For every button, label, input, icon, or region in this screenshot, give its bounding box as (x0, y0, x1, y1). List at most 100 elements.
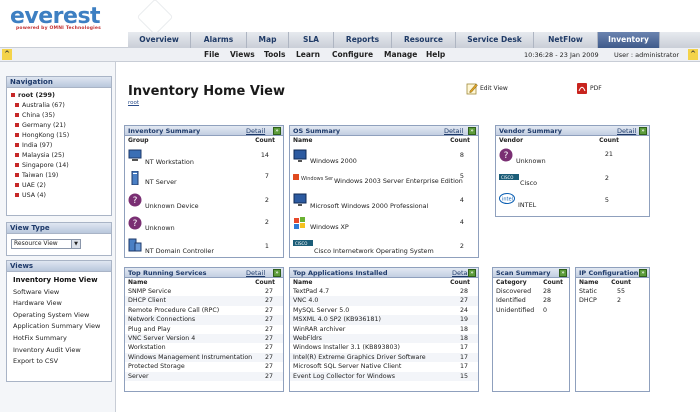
collapse-right-icon[interactable]: ^ (688, 49, 698, 60)
table-row[interactable]: ? Unknown Device 2 (125, 190, 283, 213)
table-row[interactable]: ? Unknown 21 (496, 145, 649, 169)
table-row[interactable]: Discovered 28 (493, 287, 569, 296)
table-row[interactable]: VNC 4.0 27 (290, 296, 478, 306)
go-icon[interactable]: » (559, 269, 567, 277)
edit-view-button[interactable]: Edit View (466, 82, 508, 95)
pdf-button[interactable]: PDF (576, 82, 602, 95)
detail-link[interactable]: Detail (444, 126, 463, 136)
view-link-software[interactable]: Software View (7, 287, 111, 299)
table-row[interactable]: CISCO Cisco Internetwork Operating Syste… (290, 235, 478, 258)
table-row[interactable]: Windows 2000 8 (290, 145, 478, 168)
menu-manage[interactable]: Manage (384, 50, 417, 59)
column-count: Count (543, 279, 563, 286)
table-row[interactable]: CISCO Cisco 2 (496, 169, 649, 191)
column-count: Count (599, 137, 619, 144)
table-row[interactable]: Identified 28 (493, 296, 569, 305)
table-row[interactable]: NT Domain Controller 1 (125, 235, 283, 258)
tree-item[interactable]: China (35) (7, 110, 111, 120)
tab-overview[interactable]: Overview (128, 32, 191, 48)
view-link-hardware[interactable]: Hardware View (7, 298, 111, 310)
table-row[interactable]: Windows Installer 3.1 (KB893803) 17 (290, 343, 478, 352)
row-count: 27 (264, 363, 273, 371)
table-row[interactable]: Unidentified 0 (493, 306, 569, 315)
menu-file[interactable]: File (204, 50, 219, 59)
table-row[interactable]: DHCP Client 27 (125, 296, 283, 306)
table-row[interactable]: MSXML 4.0 SP2 (KB936181) 19 (290, 315, 478, 325)
tree-item[interactable]: Singapore (14) (7, 160, 111, 170)
table-row[interactable]: Windows Management Instrumentation 27 (125, 352, 283, 363)
detail-link[interactable]: Detail (617, 126, 636, 136)
table-row[interactable]: MySQL Server 5.0 24 (290, 306, 478, 315)
go-icon[interactable]: » (273, 127, 281, 135)
view-link-export-csv[interactable]: Export to CSV (7, 356, 111, 368)
tree-item[interactable]: UAE (2) (7, 180, 111, 190)
tab-sla[interactable]: SLA (289, 32, 334, 48)
table-row[interactable]: Microsoft Windows 2000 Professional 4 (290, 190, 478, 213)
table-row[interactable]: ? Unknown 2 (125, 213, 283, 235)
tab-inventory[interactable]: Inventory (598, 32, 660, 48)
table-row[interactable]: NT Server 7 (125, 168, 283, 190)
menu-tools[interactable]: Tools (264, 50, 285, 59)
table-row[interactable]: SNMP Service 27 (125, 287, 283, 296)
collapse-left-icon[interactable]: ^ (2, 49, 12, 60)
tree-item[interactable]: Taiwan (19) (7, 170, 111, 180)
table-row[interactable]: Remote Procedure Call (RPC) 27 (125, 306, 283, 315)
tab-reports[interactable]: Reports (334, 32, 392, 48)
tab-map[interactable]: Map (247, 32, 289, 48)
tree-item[interactable]: Germany (21) (7, 120, 111, 130)
clock: 10:36:28 - 23 Jan 2009 (524, 51, 599, 59)
view-link-operating-system[interactable]: Operating System View (7, 310, 111, 322)
tab-resource[interactable]: Resource (392, 32, 456, 48)
tree-item[interactable]: Australia (67) (7, 100, 111, 110)
table-row[interactable]: Static 55 (576, 287, 649, 296)
go-icon[interactable]: » (468, 127, 476, 135)
table-row[interactable]: NT Workstation 14 (125, 145, 283, 168)
table-row[interactable]: VNC Server Version 4 27 (125, 333, 283, 344)
menu-learn[interactable]: Learn (296, 50, 320, 59)
view-link-application-summary[interactable]: Application Summary View (7, 321, 111, 333)
table-row[interactable]: Workstation 27 (125, 343, 283, 352)
detail-link[interactable]: Detail (246, 268, 265, 278)
tab-netflow[interactable]: NetFlow (534, 32, 598, 48)
go-icon[interactable]: » (273, 269, 281, 277)
column-count: Count (255, 137, 275, 144)
table-row[interactable]: Windows Server 2003 Windows 2003 Server … (290, 168, 478, 190)
go-icon[interactable]: » (639, 269, 647, 277)
menu-help[interactable]: Help (426, 50, 445, 59)
view-link-inventory-audit[interactable]: Inventory Audit View (7, 345, 111, 357)
menu-views[interactable]: Views (230, 50, 255, 59)
row-name: WinRAR archiver (293, 325, 346, 333)
breadcrumb[interactable]: root (128, 100, 139, 106)
table-row[interactable]: WinRAR archiver 18 (290, 325, 478, 334)
row-name: INTEL (518, 201, 537, 209)
detail-link[interactable]: Detail (246, 126, 265, 136)
table-row[interactable]: Plug and Play 27 (125, 325, 283, 334)
tree-item[interactable]: India (97) (7, 140, 111, 150)
tab-service-desk[interactable]: Service Desk (456, 32, 534, 48)
tree-item[interactable]: HongKong (15) (7, 130, 111, 140)
tab-alarms[interactable]: Alarms (191, 32, 247, 48)
dropdown-arrow-icon[interactable]: ▼ (71, 240, 80, 248)
table-row[interactable]: Server 27 (125, 371, 283, 381)
tree-root[interactable]: root (299) (7, 88, 111, 100)
tree-item[interactable]: Malaysia (25) (7, 150, 111, 160)
table-row[interactable]: WebFldrs 18 (290, 333, 478, 344)
view-type-select[interactable]: Resource View ▼ (11, 239, 81, 249)
table-row[interactable]: Microsoft SQL Server Native Client 17 (290, 362, 478, 371)
table-row[interactable]: intel INTEL 5 (496, 191, 649, 213)
view-link-inventory-home[interactable]: Inventory Home View (7, 275, 111, 287)
table-row[interactable]: Intel(R) Extreme Graphics Driver Softwar… (290, 352, 478, 363)
go-icon[interactable]: » (468, 269, 476, 277)
tree-item[interactable]: USA (4) (7, 190, 111, 200)
table-row[interactable]: DHCP 2 (576, 296, 649, 305)
go-icon[interactable]: » (639, 127, 647, 135)
table-row[interactable]: TextPad 4.7 28 (290, 287, 478, 296)
menu-configure[interactable]: Configure (332, 50, 373, 59)
table-row[interactable]: Event Log Collector for Windows 15 (290, 371, 478, 381)
table-row[interactable]: Network Connections 27 (125, 315, 283, 325)
table-row[interactable]: Protected Storage 27 (125, 362, 283, 371)
row-name: Protected Storage (128, 363, 185, 371)
row-count: 17 (459, 363, 468, 371)
table-row[interactable]: Windows XP 4 (290, 213, 478, 235)
view-link-hotfix-summary[interactable]: HotFix Summary (7, 333, 111, 345)
